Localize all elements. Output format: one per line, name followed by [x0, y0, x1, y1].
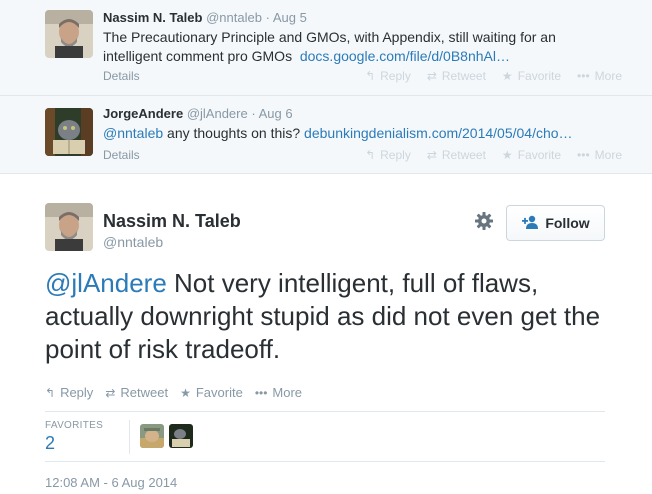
favoriter-avatar[interactable]: [169, 424, 193, 448]
tweet-link[interactable]: docs.google.com/file/d/0B8nhAl…: [300, 48, 510, 64]
reply-label: Reply: [380, 69, 411, 83]
tweet-text: The Precautionary Principle and GMOs, wi…: [103, 28, 622, 66]
context-tweet-2[interactable]: JorgeAndere @jlAndere · Aug 6 @nntaleb a…: [0, 96, 652, 174]
tweet-stats: FAVORITES 2: [45, 411, 605, 462]
more-label: More: [272, 385, 303, 400]
reply-arrow-icon: ↰: [365, 69, 376, 83]
gear-icon[interactable]: [474, 211, 494, 231]
tweet-date[interactable]: Aug 6: [259, 106, 293, 121]
ellipsis-icon: •••: [577, 148, 590, 162]
more-label: More: [594, 69, 622, 83]
tweet-link[interactable]: debunkingdenialism.com/2014/05/04/cho…: [304, 125, 573, 141]
author-username[interactable]: @jlAndere: [187, 106, 248, 121]
mention-link[interactable]: @jlAndere: [45, 268, 167, 298]
author-name[interactable]: Nassim N. Taleb: [103, 211, 241, 232]
separator-dot: ·: [251, 106, 256, 121]
retweet-label: Retweet: [441, 69, 486, 83]
follow-label: Follow: [545, 215, 590, 231]
tweet-text: @jlAndere Not very intelligent, full of …: [45, 267, 605, 366]
more-action[interactable]: ••• More: [255, 385, 302, 400]
reply-arrow-icon: ↰: [45, 385, 56, 400]
star-icon: ★: [501, 148, 513, 162]
star-icon: ★: [501, 69, 513, 83]
author-name[interactable]: JorgeAndere: [103, 106, 183, 121]
tweet-text-line-2: intelligent comment pro GMOs: [103, 48, 293, 64]
favorite-label: Favorite: [195, 385, 243, 400]
details-link[interactable]: Details: [103, 69, 140, 83]
reply-arrow-icon: ↰: [365, 148, 376, 162]
avatar-nntaleb[interactable]: [45, 10, 93, 58]
author-username[interactable]: @nntaleb: [103, 234, 163, 250]
favoriter-avatar[interactable]: [140, 424, 164, 448]
author-name[interactable]: Nassim N. Taleb: [103, 10, 202, 25]
tweet-text-body: any thoughts on this?: [167, 125, 301, 141]
retweet-action[interactable]: ⇄ Retweet: [427, 69, 486, 83]
tweet-timestamp[interactable]: 12:08 AM - 6 Aug 2014: [45, 475, 177, 490]
reply-action[interactable]: ↰ Reply: [45, 385, 93, 400]
ellipsis-icon: •••: [254, 385, 268, 400]
retweet-label: Retweet: [120, 385, 169, 400]
mention-link[interactable]: @nntaleb: [103, 125, 163, 141]
favorite-action[interactable]: ★ Favorite: [502, 69, 561, 83]
details-link[interactable]: Details: [103, 148, 140, 162]
retweet-label: Retweet: [441, 148, 486, 162]
follow-button[interactable]: Follow: [506, 205, 605, 241]
favorite-action[interactable]: ★ Favorite: [502, 148, 561, 162]
avatar-jlandere[interactable]: [45, 108, 93, 156]
author-username[interactable]: @nntaleb: [206, 10, 262, 25]
favorite-label: Favorite: [517, 69, 562, 83]
favorite-label: Favorite: [517, 148, 562, 162]
avatar-nntaleb[interactable]: [45, 203, 93, 251]
reply-action[interactable]: ↰ Reply: [365, 69, 411, 83]
reply-label: Reply: [60, 385, 94, 400]
more-action[interactable]: ••• More: [577, 148, 622, 162]
add-user-icon: [521, 215, 539, 232]
stats-divider: [129, 420, 130, 454]
tweet-text-line-1: The Precautionary Principle and GMOs, wi…: [103, 29, 556, 45]
star-icon: ★: [180, 385, 191, 400]
tweet-text: @nntaleb any thoughts on this? debunking…: [103, 124, 622, 143]
reply-label: Reply: [380, 148, 411, 162]
retweet-action[interactable]: ⇄ Retweet: [427, 148, 486, 162]
ellipsis-icon: •••: [577, 69, 590, 83]
retweet-icon: ⇄: [426, 69, 437, 83]
context-tweet-1[interactable]: Nassim N. Taleb @nntaleb · Aug 5 The Pre…: [0, 0, 652, 96]
retweet-icon: ⇄: [426, 148, 437, 162]
main-tweet: Nassim N. Taleb @nntaleb Follow @jlAnder…: [0, 175, 652, 494]
more-label: More: [594, 148, 622, 162]
favorites-count[interactable]: 2: [45, 433, 55, 454]
retweet-action[interactable]: ⇄ Retweet: [105, 385, 168, 400]
favorite-action[interactable]: ★ Favorite: [180, 385, 243, 400]
favorites-label: FAVORITES: [45, 420, 104, 431]
retweet-icon: ⇄: [105, 385, 116, 400]
separator-dot: ·: [265, 10, 270, 25]
more-action[interactable]: ••• More: [577, 69, 622, 83]
tweet-date[interactable]: Aug 5: [273, 10, 307, 25]
reply-action[interactable]: ↰ Reply: [365, 148, 411, 162]
